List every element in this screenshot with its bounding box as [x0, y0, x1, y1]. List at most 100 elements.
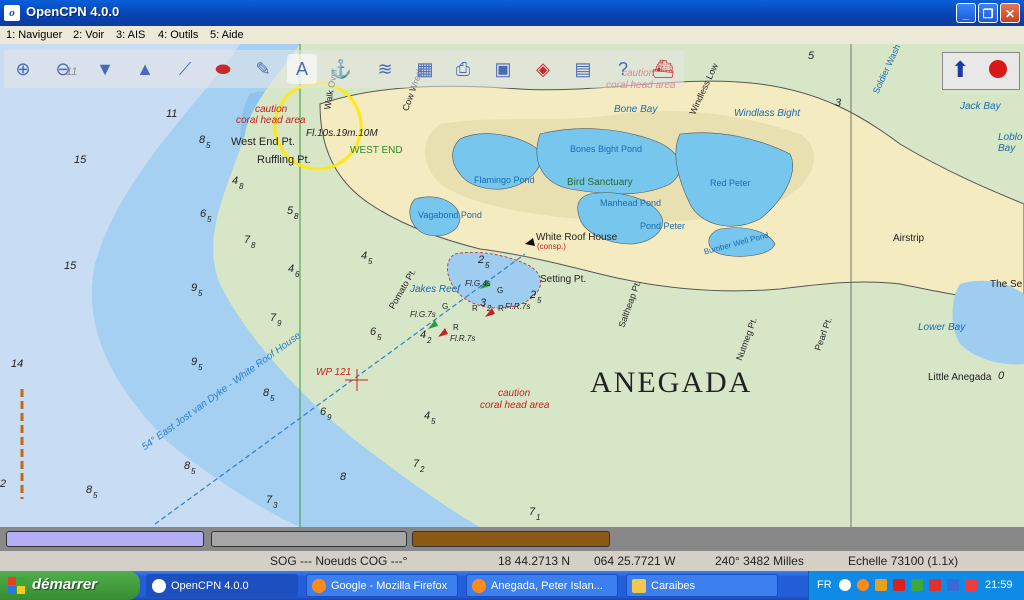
sounding: 7: [244, 234, 251, 246]
menu-outils[interactable]: 4: Outils: [158, 29, 198, 41]
folder-icon: [632, 579, 646, 593]
chart-canvas[interactable]: ANEGADA West End Pt. Ruffling Pt. WEST E…: [0, 44, 1024, 527]
task-firefox-google[interactable]: Google - Mozilla Firefox: [306, 574, 458, 597]
status-sog: SOG --- Noeuds COG ---°: [270, 554, 408, 568]
sounding: 8: [340, 471, 347, 483]
sounding: 15: [74, 154, 87, 166]
track-icon[interactable]: ⬬: [208, 54, 238, 84]
task-firefox-anegada[interactable]: Anegada, Peter Islan...: [466, 574, 618, 597]
compass-widget[interactable]: ⬆: [942, 52, 1020, 90]
sounding: 3: [480, 297, 487, 309]
sounding: 8: [199, 134, 206, 146]
sounding: 6: [200, 208, 207, 220]
sounding-sub: 5: [368, 257, 373, 266]
sounding-sub: 8: [239, 182, 244, 191]
task-label: OpenCPN 4.0.0: [171, 580, 249, 592]
measure-icon[interactable]: A: [287, 54, 317, 84]
firefox-icon: [312, 579, 326, 593]
back-icon[interactable]: [839, 579, 851, 591]
sounding: 2: [478, 254, 485, 266]
current-icon[interactable]: ≋: [370, 54, 400, 84]
sounding-sub: 5: [191, 467, 196, 476]
sounding-sub: 5: [207, 215, 212, 224]
title-bar: o OpenCPN 4.0.0 _ ❐ ✕: [0, 0, 1024, 26]
start-button[interactable]: démarrer: [0, 571, 140, 600]
sounding-sub: 5: [431, 417, 436, 426]
compass-icon: ⬆: [951, 57, 970, 82]
language-indicator[interactable]: FR: [817, 579, 832, 591]
tray-app-icon-2[interactable]: [875, 579, 887, 591]
sounding: 7: [266, 494, 273, 506]
network-icon[interactable]: [911, 579, 923, 591]
volume-icon[interactable]: [947, 579, 959, 591]
firefox-icon: [472, 579, 486, 593]
menu-voir[interactable]: 2: Voir: [73, 29, 104, 41]
sounding: 7: [529, 506, 536, 518]
task-label: Anegada, Peter Islan...: [491, 580, 603, 592]
windows-logo-icon: [8, 577, 25, 594]
sounding-sub: 3: [273, 501, 278, 510]
status-lon: 064 25.7721 W: [594, 554, 676, 568]
sounding-sub: 5: [485, 261, 490, 270]
menu-aide[interactable]: 5: Aide: [210, 29, 244, 41]
sounding-sub: 5: [198, 289, 203, 298]
menu-bar: 1: Naviguer 2: Voir 3: AIS 4: Outils 5: …: [0, 26, 1024, 44]
task-caraibes[interactable]: Caraibes: [626, 574, 778, 597]
sounding-sub: 1: [536, 513, 541, 522]
clock[interactable]: 21:59: [985, 579, 1013, 591]
tray-app-icon-3[interactable]: [893, 579, 905, 591]
minimize-button[interactable]: _: [956, 3, 976, 23]
soundings-layer: 11 11 15 15 85 48 65 78 58 46 95 79 95 6…: [0, 44, 1024, 527]
task-opencpn[interactable]: OpenCPN 4.0.0: [146, 574, 298, 597]
sounding: 7: [413, 458, 420, 470]
opencpn-icon: [152, 579, 166, 593]
settings-icon[interactable]: ✎: [248, 54, 278, 84]
color-scheme-icon[interactable]: ?: [608, 54, 638, 84]
sounding-sub: 5: [93, 491, 98, 500]
close-button[interactable]: ✕: [1000, 3, 1020, 23]
chart-quilt-bar-1[interactable]: [6, 531, 204, 547]
sounding: 2: [0, 478, 7, 490]
status-lat: 18 44.2713 N: [498, 554, 571, 568]
sounding: 4: [232, 175, 239, 187]
print-icon[interactable]: ⎙: [448, 54, 478, 84]
chart-icon[interactable]: ▦: [410, 54, 440, 84]
taskbar: démarrer OpenCPN 4.0.0 Google - Mozilla …: [0, 571, 1024, 600]
zoom-in-icon[interactable]: ⊕: [8, 54, 38, 84]
ship-icon[interactable]: ⛴: [648, 54, 678, 84]
sounding: 15: [64, 260, 77, 272]
security-icon[interactable]: [929, 579, 941, 591]
sounding-sub: 5: [206, 141, 211, 150]
update-icon[interactable]: [965, 579, 977, 591]
zoom-out-icon[interactable]: ⊖: [48, 54, 78, 84]
scale-down-icon[interactable]: ▼: [90, 54, 120, 84]
task-label: Caraibes: [651, 580, 696, 592]
maximize-button[interactable]: ❐: [978, 3, 998, 23]
help-icon[interactable]: ◈: [528, 54, 558, 84]
sounding-sub: 9: [277, 319, 282, 328]
sounding: 11: [166, 108, 178, 120]
menu-naviguer[interactable]: 1: Naviguer: [6, 29, 62, 41]
tide-icon[interactable]: ⚓: [326, 54, 356, 84]
status-scale: Echelle 73100 (1.1x): [848, 554, 959, 568]
menu-ais[interactable]: 3: AIS: [116, 29, 145, 41]
sounding-sub: 9: [327, 413, 332, 422]
sounding: 0: [998, 370, 1005, 382]
system-tray: FR 21:59: [808, 571, 1024, 600]
status-bar: SOG --- Noeuds COG ---° 18 44.2713 N 064…: [0, 551, 1024, 571]
sounding: 4: [288, 263, 295, 275]
route-icon[interactable]: ⟋: [170, 54, 200, 84]
ais-icon[interactable]: ▣: [488, 54, 518, 84]
sounding: 5: [808, 50, 815, 62]
sounding: 9: [191, 356, 198, 368]
mob-icon[interactable]: ▤: [568, 54, 598, 84]
status-bearing: 240° 3482 Milles: [715, 554, 804, 568]
scale-up-icon[interactable]: ▲: [130, 54, 160, 84]
sounding: 8: [184, 460, 191, 472]
start-label: démarrer: [32, 576, 98, 593]
chart-quilt-bar-3[interactable]: [412, 531, 610, 547]
chart-quilt-bar-2[interactable]: [211, 531, 407, 547]
sounding-sub: 6: [295, 270, 300, 279]
sounding-sub: 5: [198, 363, 203, 372]
tray-app-icon[interactable]: [857, 579, 869, 591]
